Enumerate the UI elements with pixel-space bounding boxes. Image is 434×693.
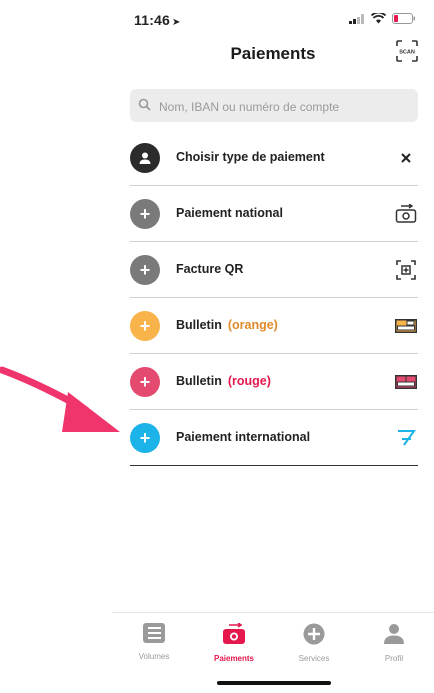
tab-label: Services [298, 654, 330, 663]
list-item-red-slip[interactable]: + Bulletin (rouge) [130, 354, 418, 410]
list-item-international-payment[interactable]: + Paiement international [130, 410, 418, 466]
home-indicator[interactable] [217, 681, 331, 685]
red-slip-icon [394, 371, 418, 393]
tab-label: Profil [384, 654, 404, 663]
add-icon: + [130, 255, 160, 285]
list-item-sublabel: (orange) [227, 318, 278, 332]
plus-circle-icon [303, 623, 325, 645]
add-icon: + [130, 199, 160, 229]
list-item-label: Paiement international [176, 430, 311, 444]
wifi-icon [371, 13, 386, 24]
close-icon[interactable] [394, 147, 418, 169]
list-item-national-payment[interactable]: + Paiement national [130, 186, 418, 242]
add-icon: + [130, 423, 160, 453]
search-icon [138, 98, 151, 111]
list-item-label: Bulletin (orange) [176, 318, 278, 332]
list-item-label: Paiement national [176, 206, 283, 220]
qr-scan-icon [394, 259, 418, 281]
tab-label: Paiements [213, 654, 255, 663]
tab-paiements[interactable]: Paiements [194, 622, 274, 663]
scan-icon: SCAN [396, 40, 418, 62]
add-icon: + [130, 367, 160, 397]
list-item-label: Bulletin (rouge) [176, 374, 271, 388]
list-item-label: Choisir type de paiement [176, 150, 325, 164]
status-icons [349, 13, 416, 24]
search-bar[interactable] [130, 89, 418, 124]
header: Paiements SCAN [112, 38, 434, 72]
tab-services[interactable]: Services [274, 623, 354, 663]
tab-volumes[interactable]: Volumes [114, 623, 194, 661]
search-input[interactable] [157, 89, 411, 124]
payment-camera-icon [223, 622, 245, 644]
location-arrow-icon: ➤ [172, 17, 181, 28]
orange-slip-icon [394, 315, 418, 337]
tab-label: Volumes [138, 652, 170, 661]
user-icon [384, 624, 404, 644]
international-icon [394, 427, 418, 449]
status-time: 11:46 ➤ [134, 12, 181, 28]
battery-icon [392, 13, 415, 24]
user-avatar-icon [130, 143, 160, 173]
list-item-label: Facture QR [176, 262, 244, 276]
list-item-qr-invoice[interactable]: + Facture QR [130, 242, 418, 298]
camera-icon [394, 203, 418, 225]
add-icon: + [130, 311, 160, 341]
status-bar: 11:46 ➤ [0, 0, 434, 40]
scan-label: SCAN [399, 50, 415, 56]
signal-icon [349, 13, 364, 24]
list-item-sublabel: (rouge) [227, 374, 271, 388]
list-icon [143, 623, 165, 643]
tab-profil[interactable]: Profil [354, 623, 434, 663]
scan-button[interactable]: SCAN [396, 40, 418, 62]
payment-type-list: Choisir type de paiement + Paiement nati… [130, 130, 418, 466]
list-item-orange-slip[interactable]: + Bulletin (orange) [130, 298, 418, 354]
page-title: Paiements [230, 44, 316, 63]
pointer-arrow-icon [0, 366, 120, 432]
list-item-choose-payment-type: Choisir type de paiement [130, 130, 418, 186]
